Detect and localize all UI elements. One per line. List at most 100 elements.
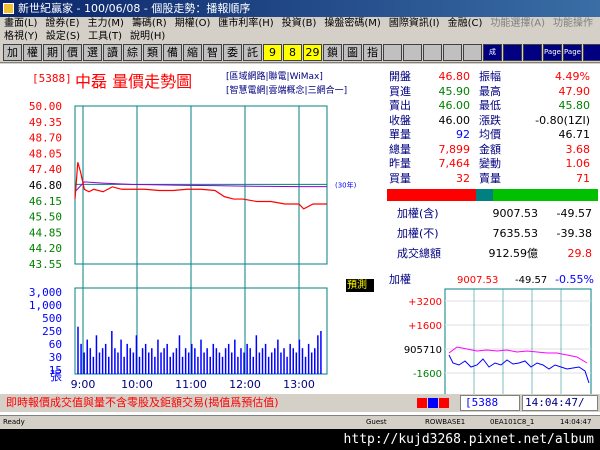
title-bar[interactable]: 新世紀贏家 - 100/06/08 - 個股走勢：播報順序 xyxy=(0,0,600,17)
menu-item-row1-2[interactable]: 主力(M) xyxy=(84,17,128,30)
toolbar-button-24[interactable]: 成 xyxy=(483,44,502,61)
toolbar-button-29[interactable] xyxy=(583,44,600,61)
quote-row: 買進 45.90 最高 47.90 xyxy=(387,85,598,99)
toolbar-button-0[interactable]: 加 xyxy=(3,44,22,61)
quote-value: 46.00 xyxy=(438,113,471,127)
flag-red xyxy=(417,398,427,408)
toolbar-button-17[interactable]: 圖 xyxy=(343,44,362,61)
menu-item-row2-1[interactable]: 設定(S) xyxy=(42,30,84,43)
status-ready: Ready xyxy=(3,418,25,426)
quote-row: 買量 32 賣量 71 xyxy=(387,172,598,186)
toolbar-button-4[interactable]: 選 xyxy=(83,44,102,61)
price-tick-label: 48.70 xyxy=(29,132,62,145)
toolbar-button-3[interactable]: 價 xyxy=(63,44,82,61)
menu-item-row2-2[interactable]: 工具(T) xyxy=(84,30,126,43)
toolbar-button-8[interactable]: 備 xyxy=(163,44,182,61)
index-row: 加權(含) 9007.53 -49.57 xyxy=(387,204,598,224)
chart-title: 中磊 量價走勢圖 xyxy=(75,72,193,91)
menu-item-row1-10[interactable]: 功能選擇(A) xyxy=(486,17,549,30)
status-flags xyxy=(417,398,449,408)
quote-row: 單量 92 均價 46.71 xyxy=(387,128,598,142)
menu-item-row1-6[interactable]: 投資(B) xyxy=(278,17,321,30)
toolbar-button-27[interactable]: Page xyxy=(543,44,562,61)
price-tick-label: 50.00 xyxy=(29,100,62,113)
flag-blue xyxy=(428,398,438,408)
index-change: 29.8 xyxy=(567,247,593,260)
toolbar-button-18[interactable]: 指 xyxy=(363,44,382,61)
index-change: -39.38 xyxy=(556,227,592,240)
mini-title: 加權 xyxy=(389,273,411,286)
quote-value: 92 xyxy=(456,128,470,141)
menu-item-row1-5[interactable]: 匯市利率(H) xyxy=(214,17,277,30)
volume-tick-label: 1,000 xyxy=(29,299,62,312)
toolbar-button-1[interactable]: 權 xyxy=(23,44,42,61)
menu-item-row1-7[interactable]: 操盤密碼(M) xyxy=(320,17,384,30)
toolbar-button-16[interactable]: 鎖 xyxy=(323,44,342,61)
toolbar-button-22[interactable] xyxy=(443,44,462,61)
toolbar-button-2[interactable]: 期 xyxy=(43,44,62,61)
price-tick-label: 47.40 xyxy=(29,163,62,176)
toolbar-button-23[interactable] xyxy=(463,44,482,61)
chart-svg: 50.00 49.35 48.70 48.05 47.40 46.80 46.15 45.50… xyxy=(29,100,374,391)
reference-label: (30年) xyxy=(335,180,357,189)
toolbar-button-12[interactable]: 託 xyxy=(243,44,262,61)
toolbar-button-28[interactable]: Page xyxy=(563,44,582,61)
menu-item-row1-1[interactable]: 證券(E) xyxy=(41,17,83,30)
quote-label: 變動 xyxy=(479,157,501,170)
toolbar-button-25[interactable] xyxy=(503,44,522,61)
mini-tick-label: +1600 xyxy=(408,321,442,332)
toolbar-button-19[interactable] xyxy=(383,44,402,61)
menu-item-row1-4[interactable]: 期權(O) xyxy=(171,17,215,30)
quote-value: 7,899 xyxy=(438,142,471,156)
quote-label: 單量 xyxy=(389,128,411,141)
price-tick-label: 44.85 xyxy=(29,226,62,239)
volume-tick-label: 30 xyxy=(49,351,62,364)
toolbar-button-14[interactable]: 8 xyxy=(283,44,302,61)
mini-index-line xyxy=(448,354,590,384)
toolbar-button-21[interactable] xyxy=(423,44,442,61)
index-change: -49.57 xyxy=(556,207,592,220)
quote-value: 46.00 xyxy=(438,99,471,112)
toolbar-button-9[interactable]: 縮 xyxy=(183,44,202,61)
toolbar-button-11[interactable]: 委 xyxy=(223,44,242,61)
bid-ask-bar xyxy=(387,189,598,201)
toolbar-button-13[interactable]: 9 xyxy=(263,44,282,61)
toolbar-button-15[interactable]: 29 xyxy=(303,44,322,61)
menu-item-row1-0[interactable]: 畫面(L) xyxy=(0,17,41,30)
quote-value: 1.06 xyxy=(565,157,591,170)
quote-label: 均價 xyxy=(479,128,501,141)
volume-tick-label: 500 xyxy=(42,312,62,325)
toolbar-button-10[interactable]: 智 xyxy=(203,44,222,61)
toolbar-button-6[interactable]: 綜 xyxy=(123,44,142,61)
app-icon xyxy=(3,3,14,14)
menu-item-row1-8[interactable]: 國際資訊(I) xyxy=(385,17,444,30)
toolbar-button-7[interactable]: 類 xyxy=(143,44,162,61)
time-tick-label: 10:00 xyxy=(121,378,153,391)
volume-tick-label: 3,000 xyxy=(29,286,62,299)
volume-tick-label: 60 xyxy=(49,338,62,351)
menu-item-row1-9[interactable]: 金融(C) xyxy=(444,17,487,30)
menu-bar: 畫面(L) 證券(E) 主力(M) 籌碼(R) 期權(O) 匯市利率(H) 投資(B) 操盤密… xyxy=(0,17,600,43)
disclaimer-text: 即時報價成交值與量不含零股及鉅額交易(揭值爲預估值) xyxy=(6,396,279,409)
menu-item-row2-3[interactable]: 說明(H) xyxy=(126,30,169,43)
quote-value: 32 xyxy=(456,171,470,185)
toolbar: 加權期價選讀綜類備縮智委託 9 8 29 鎖圖指 成 Page Page xyxy=(0,43,600,63)
menu-item-row2-0[interactable]: 格視(Y) xyxy=(0,30,42,43)
toolbar-button-26[interactable] xyxy=(523,44,542,61)
menu-item-row1-11[interactable]: 功能操作 xyxy=(549,17,597,30)
price-tick-label: 49.35 xyxy=(29,116,62,129)
price-tick-label: 44.20 xyxy=(29,242,62,255)
index-value: 912.59億 xyxy=(488,247,539,260)
index-value: 7635.53 xyxy=(492,227,539,240)
quote-label: 最低 xyxy=(479,99,501,112)
quote-value: 71 xyxy=(576,171,590,185)
mini-tick-label: 905710 xyxy=(404,345,442,356)
mini-pct: -0.55% xyxy=(555,273,594,286)
quote-value: 45.90 xyxy=(438,84,471,98)
toolbar-button-5[interactable]: 讀 xyxy=(103,44,122,61)
stock-code-input[interactable]: [5388 xyxy=(460,395,520,411)
quote-value: 7,464 xyxy=(438,157,471,170)
menu-item-row1-3[interactable]: 籌碼(R) xyxy=(128,17,171,30)
quote-row: 開盤 46.80 振幅 4.49% xyxy=(387,70,598,84)
toolbar-button-20[interactable] xyxy=(403,44,422,61)
